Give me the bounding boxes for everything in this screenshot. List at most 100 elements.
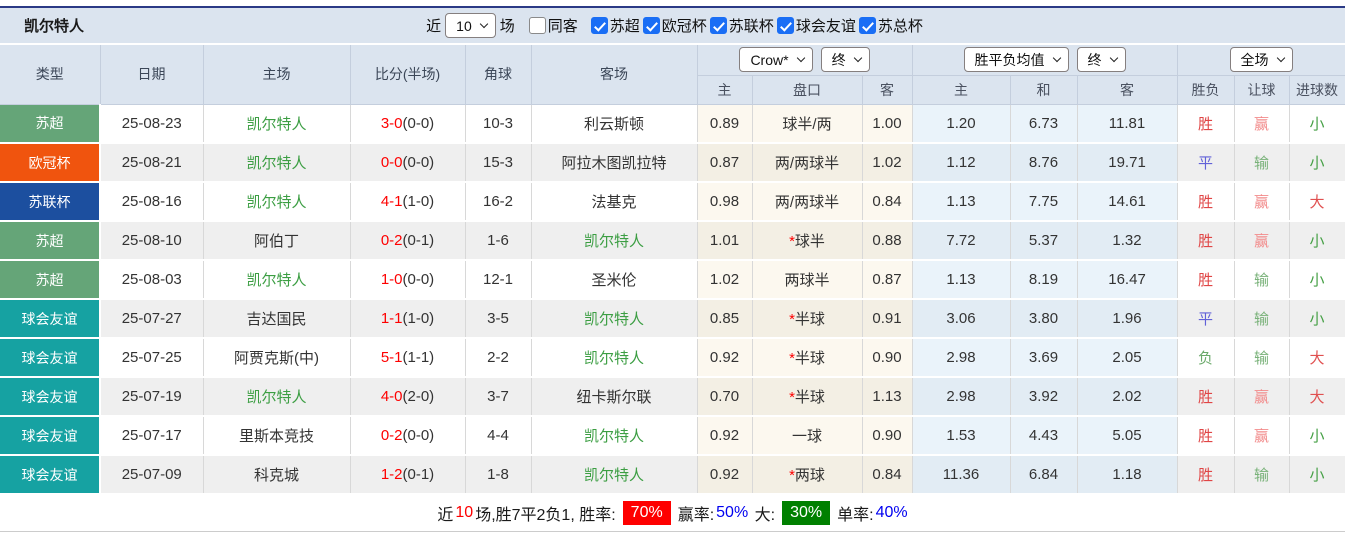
odds-time-select[interactable]: 终 [821, 47, 870, 72]
avg-draw-cell: 3.92 [1010, 377, 1077, 416]
home-team[interactable]: 凯尔特人 [203, 104, 350, 143]
corner-cell: 15-3 [465, 143, 531, 182]
summary-segment: 40% [876, 504, 908, 522]
score-cell[interactable]: 5-1(1-1) [350, 338, 465, 377]
handicap-value: 球半/两 [782, 116, 831, 133]
away-team[interactable]: 凯尔特人 [531, 455, 697, 494]
home-team[interactable]: 凯尔特人 [203, 182, 350, 221]
handicap-value: 半球 [795, 311, 825, 328]
home-team[interactable]: 科克城 [203, 455, 350, 494]
home-odds-cell: 1.01 [697, 221, 752, 260]
recent-count-select[interactable]: 10 [445, 13, 496, 38]
away-team[interactable]: 法基克 [531, 182, 697, 221]
away-team[interactable]: 凯尔特人 [531, 338, 697, 377]
fulltime-score[interactable]: 5-1 [381, 349, 403, 366]
score-cell[interactable]: 0-0(0-0) [350, 143, 465, 182]
goals-cell: 大 [1289, 182, 1345, 221]
home-odds-cell: 0.70 [697, 377, 752, 416]
result-cell: 胜 [1177, 104, 1234, 143]
away-team[interactable]: 利云斯顿 [531, 104, 697, 143]
goals-cell: 小 [1289, 416, 1345, 455]
goals-cell: 小 [1289, 104, 1345, 143]
fulltime-score[interactable]: 0-2 [381, 427, 403, 444]
avg-draw-cell: 6.84 [1010, 455, 1077, 494]
avg-home-cell: 7.72 [912, 221, 1010, 260]
odds-company-select[interactable]: Crow* [739, 47, 812, 72]
corner-cell: 12-1 [465, 260, 531, 299]
fulltime-score[interactable]: 0-0 [381, 154, 403, 171]
league-checkbox[interactable] [859, 17, 876, 34]
fulltime-score[interactable]: 1-1 [381, 310, 403, 327]
home-team[interactable]: 凯尔特人 [203, 377, 350, 416]
title-bar: 凯尔特人 近 10 场 同客 苏超 欧冠杯 苏联杯 球会友谊 苏总杯 [0, 8, 1345, 45]
match-history-panel: 凯尔特人 近 10 场 同客 苏超 欧冠杯 苏联杯 球会友谊 苏总杯 [0, 0, 1345, 532]
avg-type-select[interactable]: 胜平负均值 [964, 47, 1069, 72]
away-team[interactable]: 圣米伦 [531, 260, 697, 299]
fulltime-score[interactable]: 4-0 [381, 388, 403, 405]
fulltime-score[interactable]: 3-0 [381, 115, 403, 132]
home-team[interactable]: 凯尔特人 [203, 260, 350, 299]
fulltime-score[interactable]: 4-1 [381, 193, 403, 210]
avg-time-select[interactable]: 终 [1077, 47, 1126, 72]
home-team[interactable]: 阿贾克斯(中) [203, 338, 350, 377]
handicap-cell: *半球 [752, 338, 862, 377]
handicap-cell: *两球 [752, 455, 862, 494]
same-away-checkbox[interactable] [529, 17, 546, 34]
home-team[interactable]: 里斯本竞技 [203, 416, 350, 455]
sub-header-avg-away: 客 [1077, 75, 1177, 104]
league-filter-label: 苏联杯 [729, 15, 774, 36]
score-cell[interactable]: 1-2(0-1) [350, 455, 465, 494]
handicap-cell: 两球半 [752, 260, 862, 299]
team-title: 凯尔特人 [24, 8, 84, 43]
score-cell[interactable]: 1-0(0-0) [350, 260, 465, 299]
score-cell[interactable]: 1-1(1-0) [350, 299, 465, 338]
handicap-value: 球半 [795, 233, 825, 250]
scope-select[interactable]: 全场 [1230, 47, 1293, 72]
halftime-score: (2-0) [403, 388, 435, 405]
home-team[interactable]: 凯尔特人 [203, 143, 350, 182]
fulltime-score[interactable]: 0-2 [381, 232, 403, 249]
avg-home-cell: 2.98 [912, 338, 1010, 377]
score-cell[interactable]: 0-2(0-1) [350, 221, 465, 260]
handicap-cell: 球半/两 [752, 104, 862, 143]
avg-draw-cell: 3.69 [1010, 338, 1077, 377]
score-cell[interactable]: 4-0(2-0) [350, 377, 465, 416]
goals-cell: 小 [1289, 143, 1345, 182]
away-team[interactable]: 凯尔特人 [531, 221, 697, 260]
halftime-score: (1-0) [403, 193, 435, 210]
league-checkbox[interactable] [710, 17, 727, 34]
away-team[interactable]: 阿拉木图凯拉特 [531, 143, 697, 182]
league-badge: 球会友谊 [0, 416, 100, 455]
away-odds-cell: 0.91 [862, 299, 912, 338]
summary-segment: 赢率: [678, 501, 714, 525]
away-team[interactable]: 纽卡斯尔联 [531, 377, 697, 416]
league-badge: 球会友谊 [0, 377, 100, 416]
recent-label: 近 [426, 15, 441, 36]
league-checkbox[interactable] [643, 17, 660, 34]
league-filter: 欧冠杯 [643, 15, 707, 36]
sub-header-result: 胜负 [1177, 75, 1234, 104]
away-team[interactable]: 凯尔特人 [531, 299, 697, 338]
home-team[interactable]: 吉达国民 [203, 299, 350, 338]
avg-away-cell: 2.02 [1077, 377, 1177, 416]
corner-cell: 2-2 [465, 338, 531, 377]
summary-segment: 近 [437, 501, 453, 525]
league-badge: 苏超 [0, 260, 100, 299]
score-cell[interactable]: 4-1(1-0) [350, 182, 465, 221]
fulltime-score[interactable]: 1-0 [381, 271, 403, 288]
fulltime-score[interactable]: 1-2 [381, 466, 403, 483]
score-cell[interactable]: 0-2(0-0) [350, 416, 465, 455]
league-checkbox[interactable] [591, 17, 608, 34]
same-away-label: 同客 [548, 15, 578, 36]
league-badge: 球会友谊 [0, 455, 100, 494]
handicap-cell: 一球 [752, 416, 862, 455]
summary-segment: 场,胜7平2负1, 胜率: [475, 501, 615, 525]
score-cell[interactable]: 3-0(0-0) [350, 104, 465, 143]
league-filter: 苏超 [591, 15, 640, 36]
summary-segment: 30% [782, 501, 830, 525]
league-checkbox[interactable] [777, 17, 794, 34]
summary-segment: 单率: [837, 501, 873, 525]
away-team[interactable]: 凯尔特人 [531, 416, 697, 455]
home-team[interactable]: 阿伯丁 [203, 221, 350, 260]
table-row: 苏联杯 25-08-16 凯尔特人 4-1(1-0) 16-2 法基克 0.98… [0, 182, 1345, 221]
